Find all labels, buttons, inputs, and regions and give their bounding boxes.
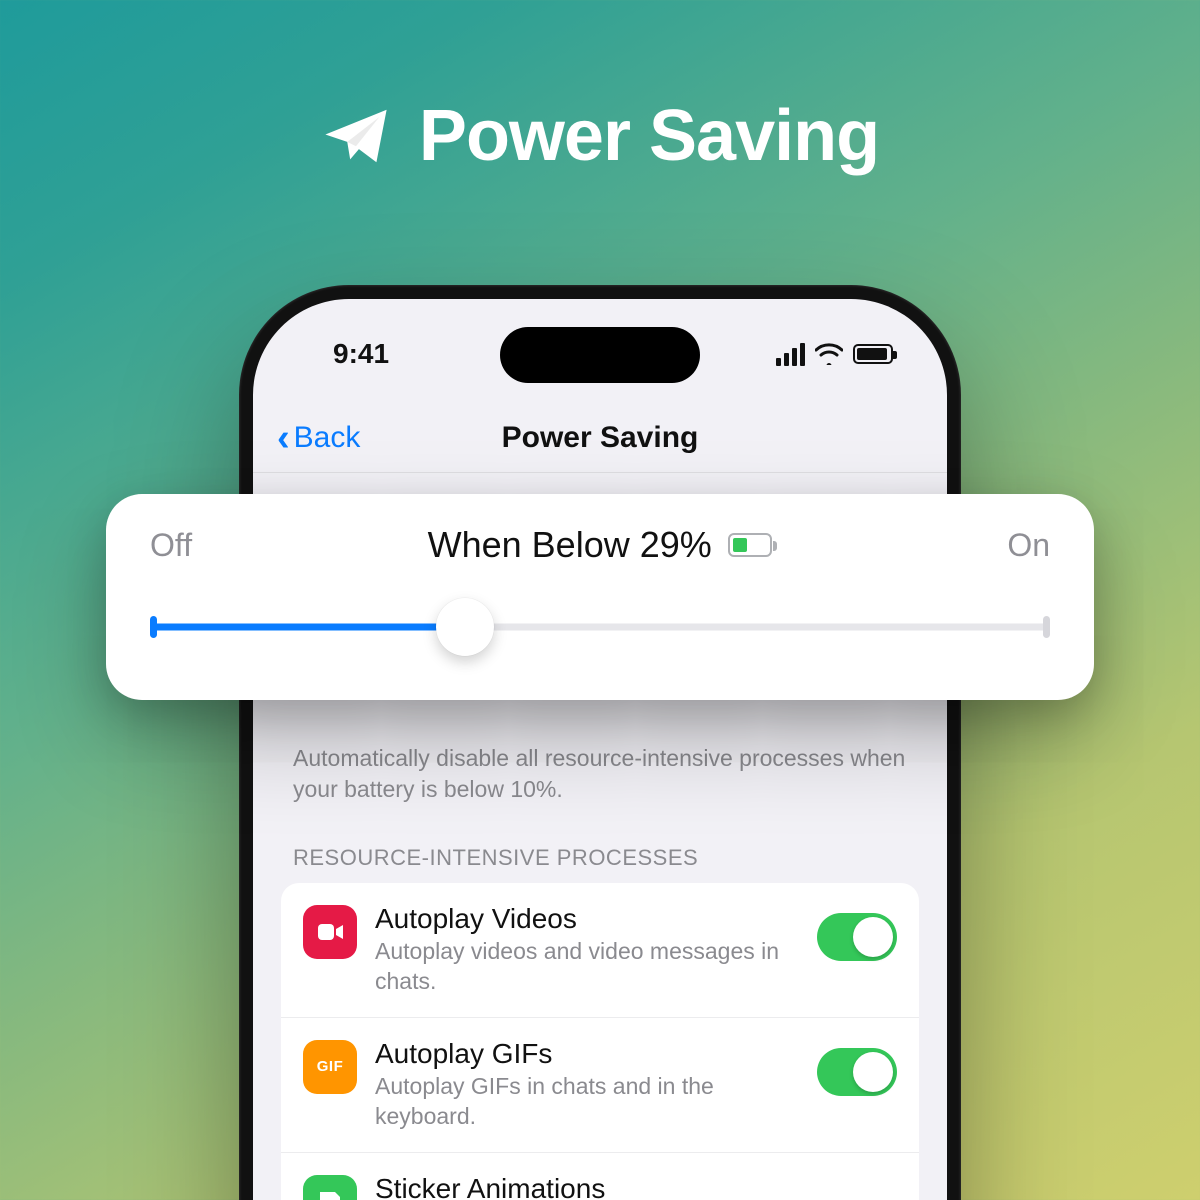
row-title: Autoplay GIFs bbox=[375, 1038, 799, 1070]
processes-card: Autoplay Videos Autoplay videos and vide… bbox=[281, 883, 919, 1200]
chevron-left-icon: ‹ bbox=[277, 419, 290, 457]
row-subtitle: Autoplay videos and video messages in ch… bbox=[375, 937, 799, 997]
slider-fill bbox=[150, 624, 465, 631]
toggle-autoplay-videos[interactable] bbox=[817, 913, 897, 961]
video-camera-icon bbox=[303, 905, 357, 959]
page-title: Power Saving bbox=[502, 421, 699, 455]
promo-banner: Power Saving bbox=[0, 95, 1200, 177]
cellular-signal-icon bbox=[776, 343, 805, 366]
battery-threshold-slider[interactable] bbox=[150, 600, 1050, 654]
status-time: 9:41 bbox=[333, 338, 389, 370]
phone-screen: 9:41 ‹ Back bbox=[253, 299, 947, 1200]
slider-thumb[interactable] bbox=[436, 598, 494, 656]
sticker-icon bbox=[303, 1175, 357, 1200]
battery-threshold-card: Off When Below 29% On bbox=[106, 494, 1094, 700]
toggle-autoplay-gifs[interactable] bbox=[817, 1048, 897, 1096]
wifi-icon bbox=[815, 343, 843, 365]
row-sticker-animations[interactable]: Sticker Animations bbox=[281, 1153, 919, 1200]
slider-on-label: On bbox=[1007, 527, 1050, 564]
row-subtitle: Autoplay GIFs in chats and in the keyboa… bbox=[375, 1072, 799, 1132]
row-title: Autoplay Videos bbox=[375, 903, 799, 935]
slider-title-text: When Below 29% bbox=[428, 524, 712, 566]
dynamic-island bbox=[500, 327, 700, 383]
promo-title: Power Saving bbox=[419, 95, 879, 177]
battery-icon bbox=[853, 344, 893, 364]
slider-title: When Below 29% bbox=[428, 524, 772, 566]
battery-level-icon bbox=[728, 533, 772, 557]
phone-frame: 9:41 ‹ Back bbox=[239, 285, 961, 1200]
navigation-bar: ‹ Back Power Saving bbox=[253, 403, 947, 473]
row-autoplay-videos[interactable]: Autoplay Videos Autoplay videos and vide… bbox=[281, 883, 919, 1018]
row-autoplay-gifs[interactable]: GIF Autoplay GIFs Autoplay GIFs in chats… bbox=[281, 1018, 919, 1153]
back-button[interactable]: ‹ Back bbox=[277, 419, 360, 457]
slider-off-label: Off bbox=[150, 527, 192, 564]
row-title: Sticker Animations bbox=[375, 1173, 897, 1200]
status-indicators bbox=[776, 343, 893, 366]
slider-max-tick bbox=[1043, 616, 1050, 638]
back-label: Back bbox=[294, 421, 361, 455]
section-header: RESOURCE-INTENSIVE PROCESSES bbox=[281, 845, 919, 883]
power-saving-hint: Automatically disable all resource-inten… bbox=[281, 743, 919, 805]
gif-icon: GIF bbox=[303, 1040, 357, 1094]
telegram-plane-icon bbox=[321, 101, 391, 171]
